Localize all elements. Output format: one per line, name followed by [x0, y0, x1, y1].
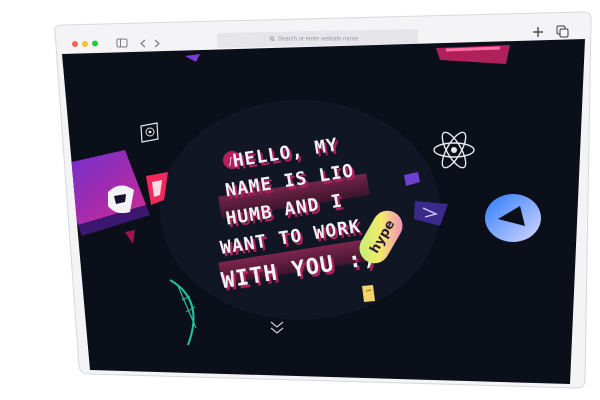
close-dot[interactable] — [72, 41, 78, 47]
browser-mockup: Search or enter website name ∫ HELLO, MY… — [0, 0, 600, 400]
address-placeholder: Search or enter website name — [278, 37, 359, 43]
ticket-icon — [362, 285, 375, 302]
gatsby-icon — [108, 185, 134, 214]
minimize-dot[interactable] — [82, 41, 88, 47]
vercel-icon — [485, 194, 541, 242]
zoom-dot[interactable] — [92, 40, 98, 47]
